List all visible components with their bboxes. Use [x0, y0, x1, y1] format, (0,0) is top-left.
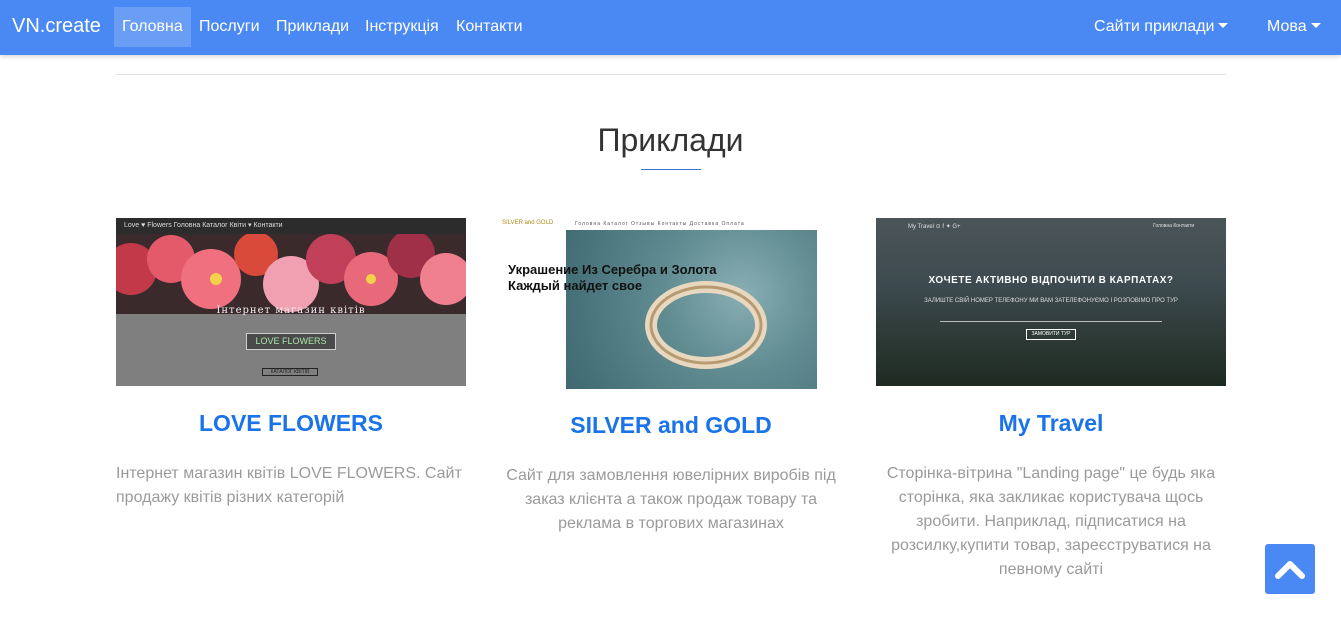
thumb-button: LOVE FLOWERS [246, 333, 336, 350]
card-description-silver-gold: Сайт для замовлення ювелірних виробів пі… [506, 467, 836, 532]
my-travel-thumbnail[interactable]: My Travel ⊙ f ✦ G+ Головна Контакти ХОЧЕ… [876, 218, 1226, 386]
card-title-love-flowers[interactable]: LOVE FLOWERS [116, 410, 466, 437]
thumb-topbar: SILVER and GOLD Головна Каталог Отзывы К… [500, 218, 817, 230]
love-flowers-thumbnail[interactable]: Love ♥ Flowers Головна Каталог Квіти ▾ К… [116, 218, 466, 386]
thumb-heading: Інтернет магазин квітів [216, 305, 366, 316]
thumb-heading: Украшение Из Серебра и Золота Каждый най… [508, 262, 717, 293]
nav-link-contacts[interactable]: Контакти [448, 7, 531, 47]
thumb-subheading: ЗАЛИШТЕ СВІЙ НОМЕР ТЕЛЕФОНУ МИ ВАМ ЗАТЕЛ… [924, 298, 1178, 304]
thumb-button: ЗАМОВИТИ ТУР [1026, 329, 1076, 340]
ring-image [566, 230, 817, 389]
top-navbar: VN.create Головна Послуги Приклади Інстр… [0, 0, 1341, 55]
nav-link-examples[interactable]: Приклади [268, 7, 357, 47]
section-title: Приклади [597, 122, 744, 158]
dropdown-language[interactable]: Мова [1259, 7, 1329, 47]
thumb-nav-text: Головна Каталог Отзывы Контакты Доставка… [575, 221, 745, 227]
chevron-up-icon [1275, 561, 1305, 579]
thumb-nav-text: Love ♥ Flowers Головна Каталог Квіти ▾ К… [124, 222, 283, 229]
thumb-nav-right: Головна Контакти [1153, 223, 1195, 229]
thumb-button-catalog: КАТАЛОГ КВІТІВ [262, 368, 318, 376]
thumb-logo: SILVER and GOLD [502, 220, 554, 226]
nav-link-services[interactable]: Послуги [191, 7, 268, 47]
scroll-to-top-button[interactable] [1265, 544, 1315, 594]
nav-link-home[interactable]: Головна [114, 7, 191, 47]
silver-gold-thumbnail[interactable]: SILVER and GOLD Головна Каталог Отзывы К… [500, 218, 817, 389]
title-underline [641, 169, 701, 170]
dropdown-language-label: Мова [1267, 18, 1307, 35]
card-description-love-flowers: Інтернет магазин квітів LOVE FLOWERS. Са… [116, 465, 462, 506]
brand-logo[interactable]: VN.create [12, 15, 101, 38]
caret-down-icon [1310, 23, 1321, 29]
flowers-image [116, 234, 466, 314]
dropdown-sites-examples-label: Сайти приклади [1094, 18, 1215, 35]
card-title-my-travel[interactable]: My Travel [876, 410, 1226, 437]
thumb-nav-text: My Travel ⊙ f ✦ G+ [908, 224, 961, 230]
thumb-input-line [940, 321, 1162, 322]
horizontal-divider [116, 74, 1226, 75]
dropdown-sites-examples[interactable]: Сайти приклади [1086, 7, 1236, 47]
card-title-silver-gold[interactable]: SILVER and GOLD [496, 412, 846, 439]
caret-down-icon [1218, 23, 1229, 29]
thumb-topbar: Love ♥ Flowers Головна Каталог Квіти ▾ К… [116, 218, 466, 234]
thumb-heading: ХОЧЕТЕ АКТИВНО ВІДПОЧИТИ В КАРПАТАХ? [928, 275, 1174, 286]
nav-link-instructions[interactable]: Інструкція [357, 7, 447, 47]
card-description-my-travel: Сторінка-вітрина "Landing page" це будь … [886, 465, 1216, 578]
